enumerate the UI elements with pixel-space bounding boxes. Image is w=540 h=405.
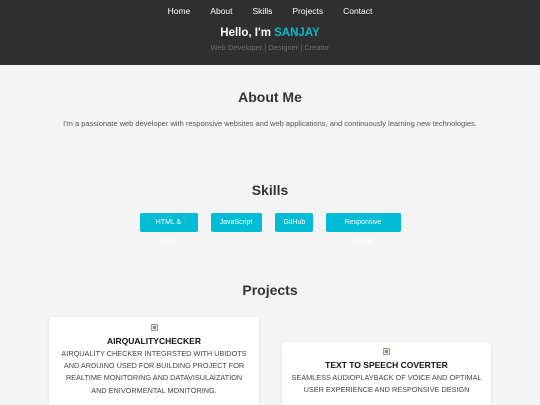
skill-badge-javascript: JavaScript xyxy=(210,213,262,232)
about-text: I'm a passionate web developer with resp… xyxy=(63,119,477,128)
skill-badge-github: GitHub xyxy=(274,213,313,232)
project-description-line: AND ARDUINO USED FOR BUILDING PROJECT FO… xyxy=(63,361,245,371)
project-description: SEAMLESS AUDIOPLAYBACK OF VOICE AND OPTI… xyxy=(282,372,491,396)
broken-image-icon xyxy=(150,324,158,331)
skills-list: HTML & CSS JavaScript GitHub Responsive … xyxy=(0,213,540,245)
skill-badge-html-css: HTML & CSS xyxy=(139,213,198,245)
project-description-line: REALTIME MONITORING AND DATAVISULAIZATIO… xyxy=(65,373,243,383)
project-title: TEXT TO SPEECH COVERTER xyxy=(325,360,448,370)
nav-skills-link[interactable]: Skills xyxy=(243,6,283,16)
project-description-line: AND ENIVORMENTAL MONITORING. xyxy=(91,385,217,395)
projects-title: Projects xyxy=(242,282,298,298)
nav-about-link[interactable]: About xyxy=(200,6,242,16)
hero-subtitle: Web Developer | Designer | Creator xyxy=(210,43,330,52)
hero-name: SANJAY xyxy=(274,27,320,39)
hero-title: Hello, I'm SANJAY xyxy=(0,27,540,39)
about-title: About Me xyxy=(238,89,302,105)
nav-home-link[interactable]: Home xyxy=(158,6,201,16)
project-card-airquality: AIRQUALITYCHECKER AIRQUALITY CHECKER INT… xyxy=(49,317,259,405)
project-description-line: USER EXPERIENCE AND RESPONSIVE DESIGN xyxy=(303,385,470,395)
skills-title: Skills xyxy=(251,182,289,198)
hero-greeting: Hello, I'm xyxy=(220,27,275,39)
main-nav: Home About Skills Projects Contact xyxy=(0,6,540,16)
broken-image-icon xyxy=(383,348,390,355)
project-card-text-to-speech: TEXT TO SPEECH COVERTER SEAMLESS AUDIOPL… xyxy=(282,342,491,405)
hero-header: Home About Skills Projects Contact Hello… xyxy=(0,0,540,65)
project-description-line: AIRQUALITY CHECKER INTEGRSTED WITH UBIDO… xyxy=(61,349,247,358)
project-title: AIRQUALITYCHECKER xyxy=(107,336,201,346)
nav-contact-link[interactable]: Contact xyxy=(333,6,382,16)
project-description-line: SEAMLESS AUDIOPLAYBACK OF VOICE AND OPTI… xyxy=(291,373,482,382)
project-description: AIRQUALITY CHECKER INTEGRSTED WITH UBIDO… xyxy=(49,348,259,397)
nav-projects-link[interactable]: Projects xyxy=(282,6,333,16)
skill-badge-responsive-design: Responsive Design xyxy=(325,213,401,245)
